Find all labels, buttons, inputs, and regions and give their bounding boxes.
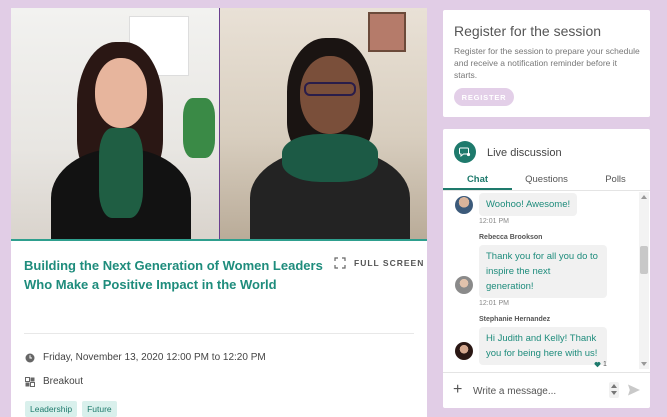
register-card: Register for the session Register for th… (443, 10, 650, 117)
fullscreen-label: FULL SCREEN (354, 258, 425, 268)
chat-message-list[interactable]: Woohoo! Awesome! 12:01 PM Rebecca Brooks… (443, 192, 639, 369)
chat-message: Woohoo! Awesome! (479, 193, 578, 216)
tab-questions[interactable]: Questions (512, 171, 581, 190)
live-discussion-panel: Live discussion Chat Questions Polls Woo… (443, 129, 650, 408)
chat-message: Hi Judith and Kelly! Thank you for being… (479, 327, 607, 365)
send-icon (628, 384, 640, 396)
plus-icon[interactable]: + (453, 381, 462, 399)
message-sender: Rebecca Brookson (479, 234, 543, 241)
session-type-row: Breakout (25, 376, 83, 387)
input-stepper[interactable] (609, 382, 619, 398)
session-card: Building the Next Generation of Women Le… (11, 8, 427, 417)
clock-icon (25, 353, 35, 362)
fullscreen-icon (334, 257, 346, 269)
tab-polls[interactable]: Polls (581, 171, 650, 190)
register-description: Register for the session to prepare your… (454, 46, 640, 80)
message-time: 12:01 PM (479, 300, 509, 307)
background-plant (183, 98, 215, 158)
tab-chat[interactable]: Chat (443, 171, 512, 190)
message-likes[interactable]: 1 (594, 361, 607, 368)
fullscreen-button[interactable]: FULL SCREEN (334, 257, 424, 269)
video-tile-speaker-1 (11, 8, 219, 241)
discussion-tabs: Chat Questions Polls (443, 171, 650, 191)
video-tile-speaker-2 (220, 8, 427, 241)
breakout-icon (25, 376, 35, 387)
message-time: 12:01 PM (479, 218, 509, 225)
chat-scrollbar[interactable] (639, 192, 649, 369)
heart-icon (594, 362, 601, 368)
scroll-thumb[interactable] (640, 246, 648, 274)
likes-count: 1 (603, 361, 607, 368)
chat-bubble-icon (454, 141, 476, 163)
background-frame (368, 12, 406, 52)
session-type: Breakout (43, 376, 84, 387)
discussion-title: Live discussion (487, 147, 562, 159)
divider (24, 333, 414, 334)
tag-list: Leadership Future (25, 401, 117, 417)
avatar (455, 276, 473, 294)
message-composer: + (443, 372, 650, 408)
message-sender: Stephanie Hernandez (479, 316, 551, 323)
avatar (455, 342, 473, 360)
message-input[interactable] (473, 382, 603, 400)
avatar (455, 196, 473, 214)
session-date: Friday, November 13, 2020 12:00 PM to 12… (43, 352, 266, 363)
register-button[interactable]: REGISTER (454, 88, 514, 106)
tag-leadership[interactable]: Leadership (25, 401, 78, 417)
chat-message: Thank you for all you do to inspire the … (479, 245, 607, 298)
video-stream[interactable] (11, 8, 427, 241)
register-title: Register for the session (454, 23, 602, 39)
session-date-row: Friday, November 13, 2020 12:00 PM to 12… (25, 352, 266, 363)
send-button[interactable] (627, 383, 641, 402)
video-progress-bar (11, 239, 427, 241)
session-title: Building the Next Generation of Women Le… (24, 258, 323, 292)
scroll-down-arrow-icon[interactable] (641, 362, 647, 366)
scroll-up-arrow-icon[interactable] (641, 195, 647, 199)
tag-future[interactable]: Future (82, 401, 117, 417)
